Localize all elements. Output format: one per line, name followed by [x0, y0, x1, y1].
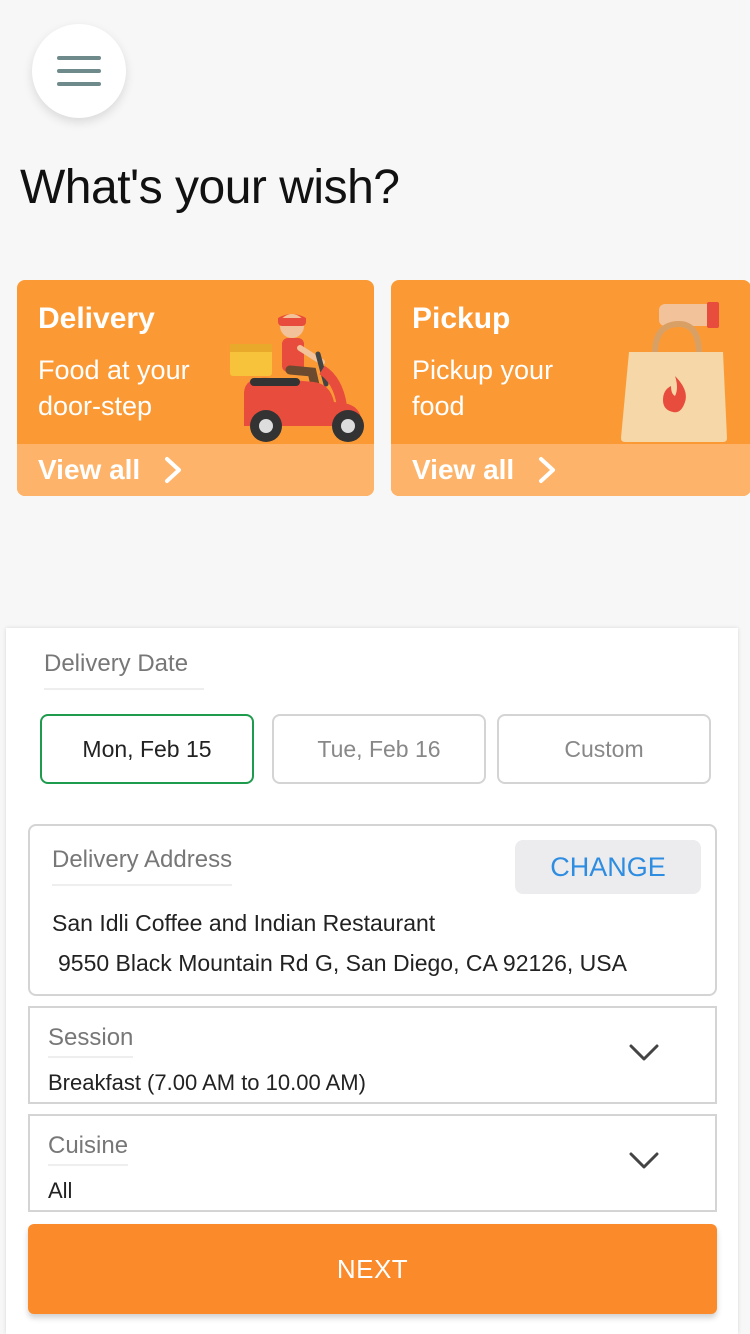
session-select[interactable]: Session Breakfast (7.00 AM to 10.00 AM)	[28, 1006, 717, 1104]
address-line-2: 9550 Black Mountain Rd G, San Diego, CA …	[58, 950, 627, 976]
order-form-panel: Delivery Date Mon, Feb 15 Tue, Feb 16 Cu…	[6, 628, 738, 1334]
chevron-down-icon	[629, 1044, 659, 1061]
pickup-view-all-label: View all	[412, 454, 515, 485]
chevron-down-icon	[629, 1152, 659, 1169]
cuisine-value: All	[48, 1178, 73, 1203]
next-button[interactable]: NEXT	[28, 1224, 717, 1314]
pickup-view-all-button[interactable]: View all	[391, 444, 750, 496]
delivery-view-all-label: View all	[38, 454, 141, 485]
delivery-card-title: Delivery	[38, 302, 155, 335]
delivery-card[interactable]: Delivery Food at your door-step View all	[17, 280, 374, 496]
delivery-address-label: Delivery Address	[52, 846, 233, 886]
cuisine-label: Cuisine	[48, 1132, 129, 1166]
shopping-bag-icon	[621, 302, 727, 442]
pickup-card[interactable]: Pickup Pickup your food View all	[391, 280, 750, 496]
date-option-custom[interactable]: Custom	[497, 714, 711, 784]
address-line-1: San Idli Coffee and Indian Restaurant	[52, 910, 436, 936]
chevron-right-icon	[165, 457, 182, 483]
change-address-button[interactable]: CHANGE	[515, 840, 701, 894]
menu-button[interactable]	[32, 24, 126, 118]
chevron-right-icon	[539, 457, 556, 483]
date-option-tue-feb-16[interactable]: Tue, Feb 16	[272, 714, 486, 784]
delivery-view-all-button[interactable]: View all	[17, 444, 374, 496]
delivery-card-subtitle: Food at your door-step	[38, 355, 190, 421]
page-title: What's your wish?	[20, 161, 400, 214]
delivery-date-label: Delivery Date	[44, 650, 204, 690]
hamburger-menu-icon	[57, 56, 101, 86]
pickup-card-title: Pickup	[412, 302, 511, 335]
pickup-card-subtitle: Pickup your food	[412, 355, 554, 421]
date-option-mon-feb-15[interactable]: Mon, Feb 15	[40, 714, 254, 784]
session-label: Session	[48, 1024, 134, 1058]
cuisine-select[interactable]: Cuisine All	[28, 1114, 717, 1212]
delivery-address-box: Delivery Address CHANGE San Idli Coffee …	[28, 824, 717, 996]
scooter-rider-icon	[230, 314, 364, 442]
session-value: Breakfast (7.00 AM to 10.00 AM)	[48, 1070, 366, 1095]
